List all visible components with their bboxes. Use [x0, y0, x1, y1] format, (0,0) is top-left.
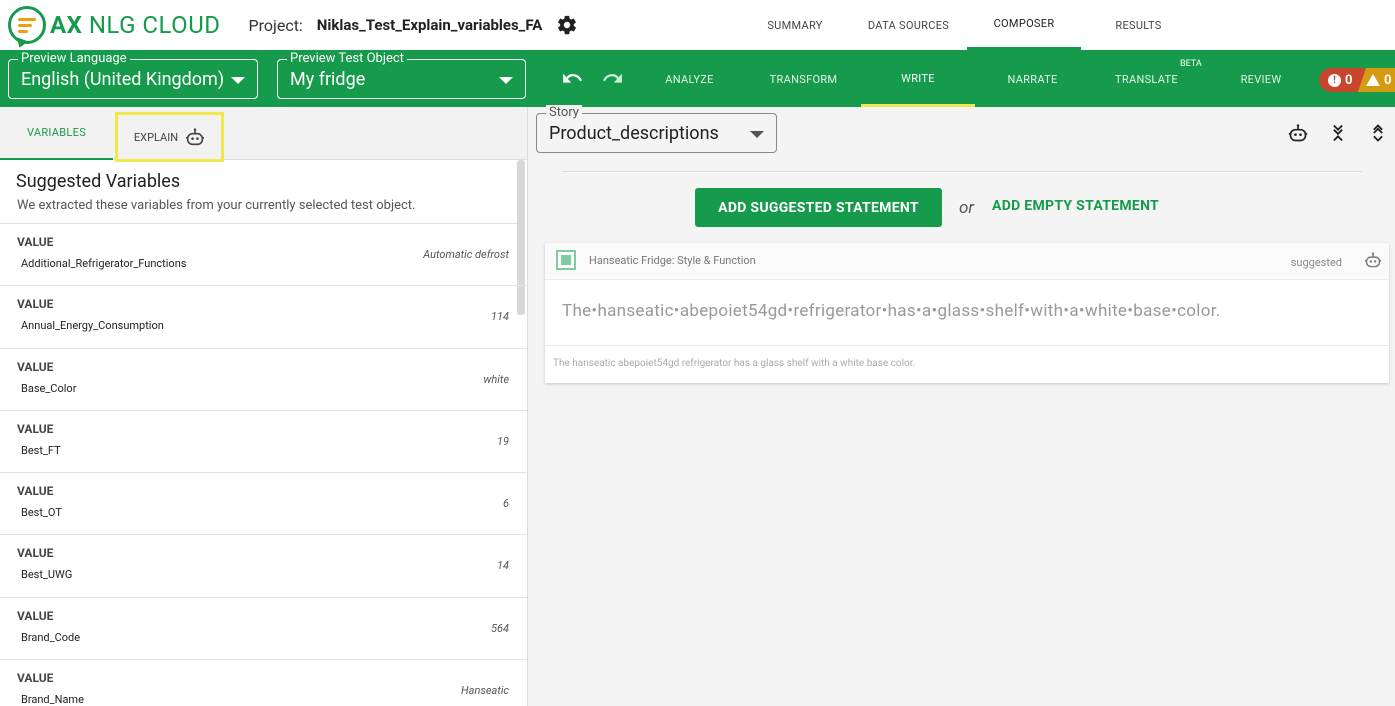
undo-icon[interactable] — [562, 70, 584, 88]
tab-explain[interactable]: EXPLAIN — [115, 112, 224, 162]
variable-list: VALUE Additional_Refrigerator_Functions Au… — [0, 224, 527, 706]
beta-badge: BETA — [1180, 59, 1202, 69]
variable-name: Brand_Code — [21, 630, 81, 644]
variable-value: 14 — [497, 559, 509, 573]
nav-composer[interactable]: COMPOSER — [967, 0, 1081, 50]
statement-title: Hanseatic Fridge: Style & Function — [589, 254, 756, 267]
nav-results[interactable]: RESULTS — [1081, 0, 1196, 50]
list-item[interactable]: VALUE Annual_Energy_Consumption 114 — [0, 286, 527, 349]
redo-icon[interactable] — [601, 70, 623, 88]
preview-language-value: English (United Kingdom) — [21, 69, 225, 90]
tab-analyze[interactable]: ANALYZE — [633, 52, 746, 107]
caret-down-icon — [231, 77, 245, 84]
tab-review[interactable]: REVIEW — [1204, 52, 1318, 107]
statement-text[interactable]: The•hanseatic•abepoiet54gd•refrigerator•… — [562, 301, 1221, 321]
variable-kind: VALUE — [17, 359, 54, 374]
suggested-variables-title: Suggested Variables — [16, 171, 181, 192]
left-tabs: VARIABLES — [0, 107, 527, 160]
error-count-badge[interactable]: ! 0 — [1319, 68, 1365, 92]
add-suggested-statement-button[interactable]: ADD SUGGESTED STATEMENT — [695, 188, 942, 227]
or-text: or — [959, 198, 974, 218]
top-nav: SUMMARY DATA SOURCES COMPOSER RESULTS — [740, 0, 1196, 52]
variable-value: Automatic defrost — [423, 248, 509, 261]
divider — [545, 345, 1389, 346]
statement-status: suggested — [1290, 256, 1342, 269]
variable-kind: VALUE — [17, 235, 54, 249]
variable-kind: VALUE — [17, 484, 54, 499]
divider — [562, 171, 1362, 172]
preview-test-object-select[interactable]: Preview Test Object My fridge — [277, 51, 526, 99]
variable-value: 19 — [497, 434, 509, 448]
variable-kind: VALUE — [17, 608, 54, 623]
story-select[interactable]: Story Product_descriptions — [536, 105, 777, 153]
robot-icon[interactable] — [1288, 123, 1308, 143]
variable-value: Hanseatic — [461, 684, 509, 698]
variable-value: white — [483, 372, 509, 386]
chat-bubble-icon — [8, 6, 46, 44]
statement-preview: The hanseatic abepoiet54gd refrigerator … — [553, 358, 916, 369]
caret-down-icon — [499, 77, 513, 84]
logo-text: AX NLG CLOUD — [50, 11, 221, 39]
project-label: Project: — [248, 15, 303, 35]
variable-value: 114 — [491, 310, 509, 324]
variable-kind: VALUE — [17, 421, 54, 436]
collapse-all-icon[interactable] — [1328, 123, 1348, 143]
list-item[interactable]: VALUE Brand_Name Hanseatic — [0, 660, 527, 706]
variables-panel: VARIABLES Suggested Variables We extract… — [0, 107, 528, 706]
preview-language-select[interactable]: Preview Language English (United Kingdom… — [8, 51, 258, 99]
top-header: AX NLG CLOUD Project: Niklas_Test_Explai… — [0, 0, 1395, 52]
preview-test-object-value: My fridge — [290, 69, 366, 90]
app-logo[interactable]: AX NLG CLOUD — [8, 0, 221, 51]
tab-narrate[interactable]: NARRATE — [976, 52, 1089, 107]
expand-all-icon[interactable] — [1368, 123, 1388, 143]
variable-name: Annual_Energy_Consumption — [21, 319, 164, 333]
suggested-variables-subtitle: We extracted these variables from your c… — [17, 198, 416, 213]
warning-icon — [1366, 74, 1380, 86]
variable-value: 564 — [491, 621, 509, 635]
statement-card[interactable]: Hanseatic Fridge: Style & Function sugge… — [545, 243, 1389, 383]
list-item[interactable]: VALUE Base_Color white — [0, 349, 527, 411]
list-item[interactable]: VALUE Best_UWG 14 — [0, 535, 527, 598]
tab-explain-label: EXPLAIN — [133, 130, 179, 144]
list-item[interactable]: VALUE Additional_Refrigerator_Functions Au… — [0, 224, 527, 287]
story-value: Product_descriptions — [549, 123, 719, 144]
robot-icon — [186, 128, 205, 146]
variable-name: Additional_Refrigerator_Functions — [21, 257, 187, 270]
variable-kind: VALUE — [17, 671, 54, 686]
variable-name: Best_UWG — [21, 568, 73, 582]
nav-summary[interactable]: SUMMARY — [740, 0, 850, 50]
statement-card-header: Hanseatic Fridge: Style & Function sugge… — [545, 243, 1389, 280]
robot-icon — [1365, 252, 1381, 268]
preview-language-label: Preview Language — [18, 51, 130, 66]
gear-icon[interactable] — [556, 14, 578, 36]
tab-transform[interactable]: TRANSFORM — [747, 52, 860, 107]
statement-checkbox[interactable] — [556, 250, 576, 270]
variable-kind: VALUE — [17, 546, 54, 561]
preview-test-object-label: Preview Test Object — [287, 51, 407, 66]
variable-name: Best_OT — [21, 506, 62, 520]
list-item[interactable]: VALUE Best_OT 6 — [0, 473, 527, 536]
nav-data-sources[interactable]: DATA SOURCES — [850, 0, 967, 50]
error-icon: ! — [1328, 73, 1341, 87]
project-name: Niklas_Test_Explain_variables_FA — [316, 16, 543, 34]
variable-kind: VALUE — [17, 297, 54, 312]
story-label: Story — [546, 105, 582, 120]
variable-name: Base_Color — [21, 381, 77, 395]
variable-value: 6 — [503, 497, 509, 511]
variable-name: Best_FT — [21, 443, 61, 457]
composer-panel: Story Product_descriptions ADD SUGGESTED… — [529, 105, 1395, 706]
tab-variables[interactable]: VARIABLES — [0, 107, 113, 160]
tab-write[interactable]: WRITE — [861, 52, 975, 107]
caret-down-icon — [750, 131, 764, 138]
variable-name: Brand_Name — [21, 693, 84, 706]
list-item[interactable]: VALUE Best_FT 19 — [0, 411, 527, 474]
add-empty-statement-button[interactable]: ADD EMPTY STATEMENT — [992, 198, 1159, 214]
list-item[interactable]: VALUE Brand_Code 564 — [0, 598, 527, 661]
